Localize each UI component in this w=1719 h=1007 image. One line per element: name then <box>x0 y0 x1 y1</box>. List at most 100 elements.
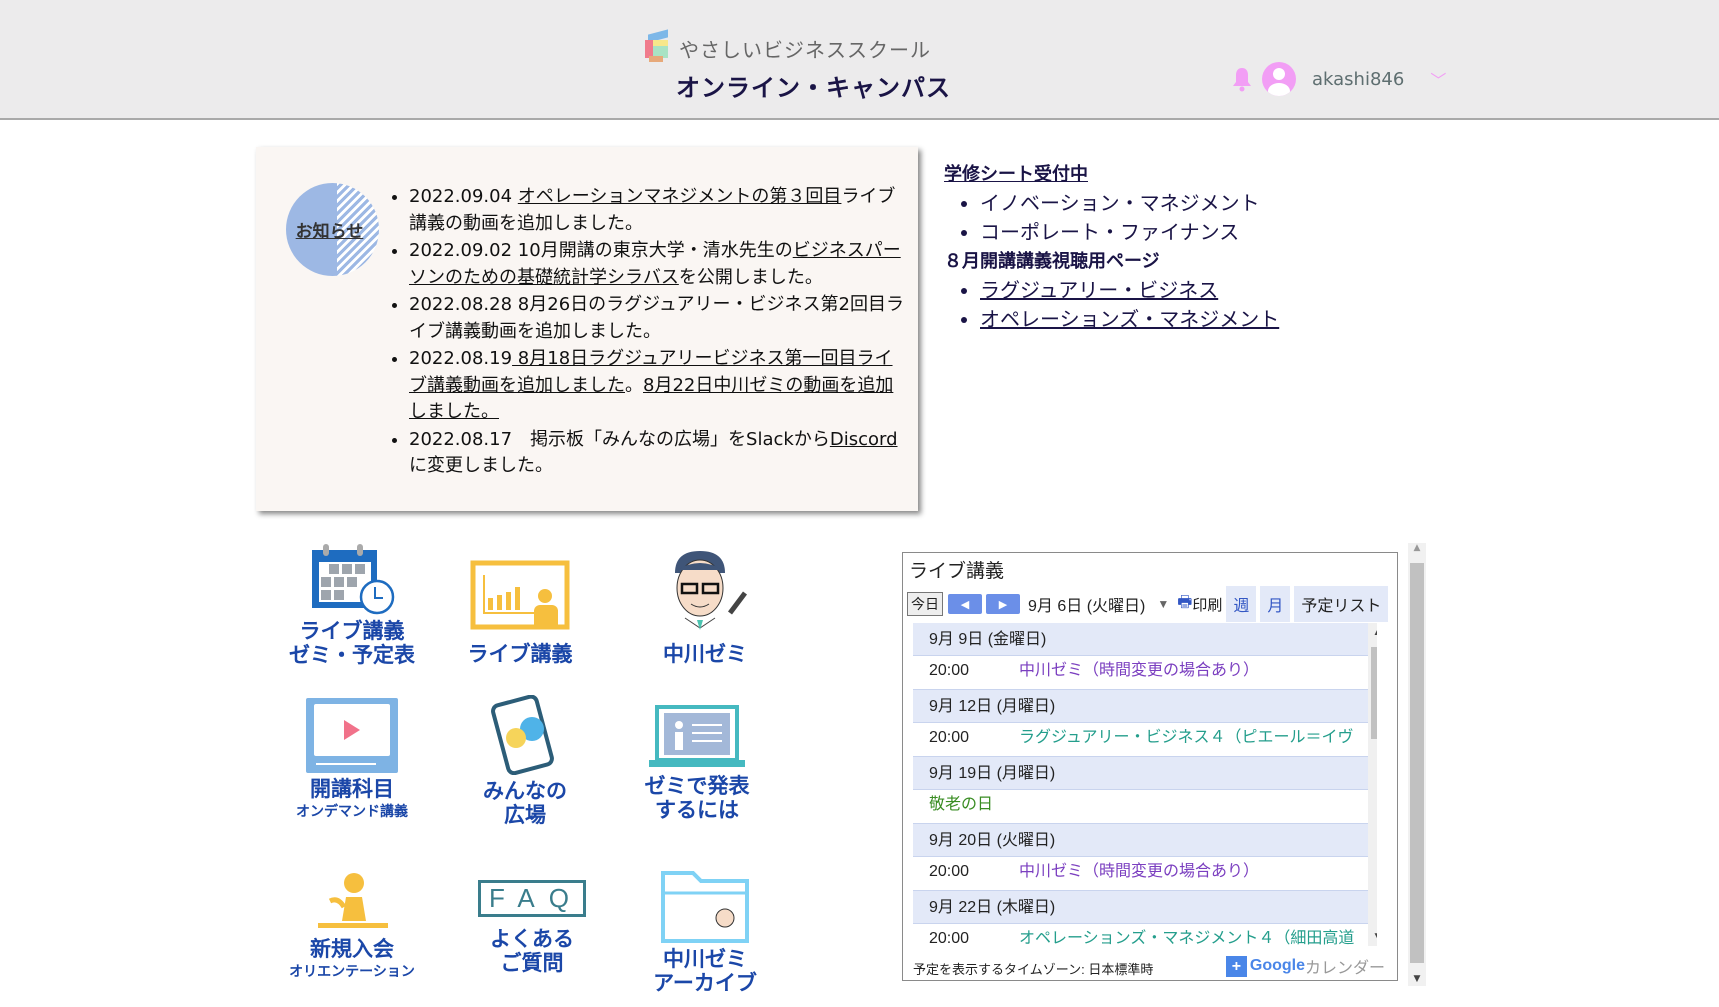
tile-label: 開講科目 <box>310 777 394 801</box>
agenda-day-header: 9月 20日 (火曜日) <box>913 824 1377 857</box>
agenda-event[interactable]: 20:00 ラグジュアリー・ビジネス４（ピエール＝イヴ <box>913 723 1377 757</box>
course-link-operations[interactable]: オペレーションズ・マネジメント <box>980 307 1279 331</box>
print-button[interactable]: 印刷 <box>1192 594 1222 615</box>
speaker-podium-icon <box>318 873 388 928</box>
notice-date: 2022.08.28 <box>409 294 518 315</box>
page-scrollbar[interactable]: ▲ ▼ <box>1408 543 1426 986</box>
calendar-label: カレンダー <box>1304 960 1385 977</box>
tile-label: ゼミで発表 <box>644 774 750 798</box>
user-avatar-icon[interactable] <box>1262 62 1296 96</box>
tab-month[interactable]: 月 <box>1260 586 1291 622</box>
tile-label: アーカイブ <box>653 971 757 995</box>
agenda-list[interactable]: 9月 9日 (金曜日) 20:00 中川ゼミ（時間変更の場合あり） 9月 12日 (月… <box>913 623 1377 946</box>
calendar-toolbar: 今日 ◀ ▶ 9月 6日 (火曜日) ▼ 🖶 印刷 週 月 予定リスト <box>907 586 1397 622</box>
next-button[interactable]: ▶ <box>986 594 1020 614</box>
study-sheet-heading[interactable]: 学修シート受付中 <box>944 160 1279 189</box>
notice-badge[interactable]: お知らせ <box>286 183 379 276</box>
event-title[interactable]: 敬老の日 <box>929 796 993 813</box>
notice-date: 2022.08.17 <box>409 428 531 450</box>
faq-icon: FAQ <box>477 880 586 917</box>
agenda-event[interactable]: 20:00 中川ゼミ（時間変更の場合あり） <box>913 656 1377 690</box>
laptop-presentation-icon <box>649 705 745 767</box>
agenda-scrollbar[interactable]: ▲ ▼ <box>1368 623 1377 946</box>
video-player-icon <box>306 698 398 773</box>
event-title[interactable]: 中川ゼミ（時間変更の場合あり） <box>1019 662 1259 679</box>
tile-nakagawa-seminar[interactable]: 中川ゼミ <box>620 548 790 666</box>
course-link-luxury[interactable]: ラグジュアリー・ビジネス <box>980 278 1218 302</box>
timezone-note: 予定を表示するタイムゾーン: 日本標準時 <box>913 962 1154 977</box>
tile-on-demand[interactable]: 開講科目 オンデマンド講義 <box>267 698 437 821</box>
notice-date: 2022.09.02 <box>409 240 518 261</box>
notice-link[interactable]: オペレーションマネジメントの第３回目 <box>518 186 842 207</box>
agenda-day-header: 9月 9日 (金曜日) <box>913 623 1377 656</box>
tile-schedule[interactable]: ライブ講義 ゼミ・予定表 <box>267 540 437 667</box>
event-time: 20:00 <box>929 729 970 746</box>
side-links: 学修シート受付中 イノベーション・マネジメント コーポレート・ファイナンス ８月… <box>944 160 1279 334</box>
notice-item: 2022.08.17 掲示板「みんなの広場」をSlackからDiscord に変更… <box>409 427 909 480</box>
tab-agenda[interactable]: 予定リスト <box>1294 586 1389 622</box>
tile-orientation[interactable]: 新規入会 オリエンテーション <box>267 873 437 981</box>
tile-label: ご質問 <box>500 951 564 975</box>
event-title[interactable]: 中川ゼミ（時間変更の場合あり） <box>1019 863 1259 880</box>
header: やさしいビジネススクール オンライン・キャンパス akashi846 ﹀ <box>0 0 1719 120</box>
notice-list: 2022.09.04 オペレーションマネジメントの第３回目ライブ講義の動画を追加… <box>409 184 909 481</box>
tile-label: みんなの <box>483 779 567 803</box>
google-logo: Google <box>1249 957 1305 974</box>
chevron-down-icon[interactable]: ﹀ <box>1430 67 1446 91</box>
notice-badge-label[interactable]: お知らせ <box>296 217 364 242</box>
agenda-day-header: 9月 22日 (木曜日) <box>913 891 1377 924</box>
notice-item: 2022.08.19 8月18日ラグジュアリービジネス第一回目ライブ講義動画を追… <box>409 346 909 426</box>
tile-label: ライブ講義 <box>467 642 573 666</box>
user-menu[interactable]: akashi846 ﹀ <box>1232 62 1446 96</box>
agenda-day-header: 9月 12日 (月曜日) <box>913 690 1377 723</box>
prev-button[interactable]: ◀ <box>948 594 982 614</box>
agenda-event[interactable]: 20:00 中川ゼミ（時間変更の場合あり） <box>913 857 1377 891</box>
campus-title: オンライン・キャンパス <box>676 74 951 102</box>
tile-seminar-archive[interactable]: 中川ゼミ アーカイブ <box>620 868 790 995</box>
presentation-board-icon <box>470 560 570 630</box>
notice-box: お知らせ 2022.09.04 オペレーションマネジメントの第３回目ライブ講義の… <box>256 147 918 511</box>
calendar-title: ライブ講義 <box>909 561 1005 582</box>
current-date[interactable]: 9月 6日 (火曜日) <box>1028 592 1145 616</box>
add-to-google-calendar[interactable]: + Google カレンダー <box>1225 954 1385 978</box>
logo-cube-icon <box>645 29 671 64</box>
notice-item: 2022.09.04 オペレーションマネジメントの第３回目ライブ講義の動画を追加… <box>409 184 909 237</box>
event-time: 20:00 <box>929 863 970 880</box>
notice-item: 2022.09.02 10月開講の東京大学・清水先生のビジネスパーソンのための基… <box>409 238 909 291</box>
event-time: 20:00 <box>929 662 970 679</box>
study-sheet-item: コーポレート・ファイナンス <box>980 218 1279 247</box>
tile-sublabel: オンデマンド講義 <box>296 804 408 820</box>
school-name: やさしいビジネススクール <box>679 37 931 62</box>
notice-text: を公開しました。 <box>678 266 823 288</box>
event-title[interactable]: ラグジュアリー・ビジネス４（ピエール＝イヴ <box>1019 729 1354 746</box>
tile-label: 中川ゼミ <box>663 947 747 971</box>
tile-label: 新規入会 <box>310 937 394 961</box>
date-dropdown-icon[interactable]: ▼ <box>1157 597 1169 611</box>
notice-link[interactable]: Discord <box>830 429 898 450</box>
today-button[interactable]: 今日 <box>907 592 943 616</box>
event-title[interactable]: オペレーションズ・マネジメント４（細田高道 <box>1019 930 1354 946</box>
august-courses-heading: ８月開講講義視聴用ページ <box>944 251 1160 272</box>
notice-text: 掲示板「みんなの広場」をSlackから <box>530 428 830 450</box>
username[interactable]: akashi846 <box>1312 69 1404 90</box>
agenda-event[interactable]: 20:00 オペレーションズ・マネジメント４（細田高道 <box>913 924 1377 946</box>
tile-label: 広場 <box>504 803 546 827</box>
tile-community[interactable]: みんなの 広場 <box>440 694 610 827</box>
tile-seminar-presentation[interactable]: ゼミで発表 するには <box>612 705 782 822</box>
notice-item: 2022.08.28 8月26日のラグジュアリー・ビジネス第2回目ライブ講義動画… <box>409 292 909 345</box>
tile-sublabel: オリエンテーション <box>289 964 415 980</box>
notice-text: に変更しました。 <box>409 455 553 476</box>
calendar-clock-icon <box>312 544 395 615</box>
tile-faq[interactable]: FAQ よくある ご質問 <box>447 880 617 975</box>
agenda-day-header: 9月 19日 (月曜日) <box>913 757 1377 790</box>
bell-icon[interactable] <box>1232 66 1252 92</box>
notice-date: 2022.08.19 <box>409 348 513 369</box>
folder-icon <box>661 871 749 943</box>
school-logo[interactable]: やさしいビジネススクール <box>645 29 931 64</box>
tile-live-lecture[interactable]: ライブ講義 <box>435 560 605 666</box>
professor-avatar-icon <box>675 551 747 630</box>
agenda-event[interactable]: 敬老の日 <box>913 790 1377 824</box>
event-time: 20:00 <box>929 930 970 946</box>
tab-week[interactable]: 週 <box>1226 586 1257 622</box>
print-icon[interactable]: 🖶 <box>1177 591 1192 618</box>
